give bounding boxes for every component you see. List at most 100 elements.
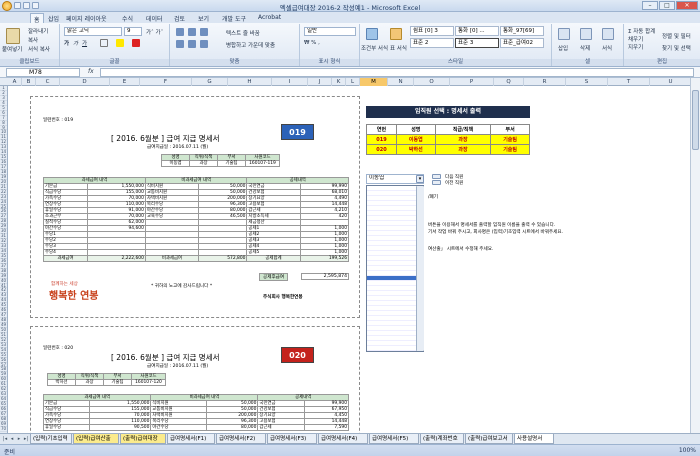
fx-icon[interactable]: fx: [88, 68, 94, 75]
font-grow-icon[interactable]: 가ˆ 가ˇ: [146, 28, 163, 36]
insert-cells-icon[interactable]: [558, 28, 570, 40]
column-header[interactable]: Q: [494, 78, 524, 86]
font-size-select[interactable]: 9: [124, 27, 142, 36]
vertical-scrollbar[interactable]: [690, 78, 700, 433]
find-select-button[interactable]: 찾기 및 선택: [662, 44, 691, 52]
insert-cells-button[interactable]: 삽입: [558, 44, 568, 52]
maximize-button[interactable]: □: [659, 1, 675, 10]
format-cells-icon[interactable]: [602, 28, 614, 40]
zoom-level[interactable]: 100%: [679, 447, 696, 454]
style-cell-5[interactable]: 표준 3: [455, 38, 499, 48]
chevron-down-icon[interactable]: ▾: [416, 175, 424, 183]
column-header[interactable]: F: [140, 78, 192, 86]
column-header[interactable]: J: [308, 78, 332, 86]
cut-button[interactable]: 잘라내기: [28, 27, 48, 35]
style-cell-6[interactable]: 표준_급여02: [500, 38, 544, 48]
merge-center-button[interactable]: 병합하고 가운데 맞춤: [226, 41, 275, 49]
conditional-format-icon[interactable]: [366, 28, 378, 40]
column-header[interactable]: O: [414, 78, 450, 86]
column-header[interactable]: T: [608, 78, 650, 86]
tab-formulas[interactable]: 수식: [122, 14, 133, 23]
tab-acrobat[interactable]: Acrobat: [258, 14, 281, 21]
sheet-tab[interactable]: 급여명세서(F5): [369, 434, 419, 444]
style-cell-4[interactable]: 표준 2: [410, 38, 454, 48]
column-header[interactable]: D: [60, 78, 110, 86]
column-header[interactable]: H: [228, 78, 272, 86]
bold-icon[interactable]: 가: [64, 39, 69, 47]
spin-up-icon[interactable]: [432, 174, 441, 179]
column-header[interactable]: I: [272, 78, 308, 86]
fill-button[interactable]: 채우기: [628, 35, 643, 43]
column-header[interactable]: B: [22, 78, 36, 86]
fill-color-icon[interactable]: [116, 39, 124, 47]
tab-page-layout[interactable]: 페이지 레이아웃: [66, 14, 107, 23]
column-header[interactable]: C: [36, 78, 60, 86]
paste-icon[interactable]: [6, 28, 20, 44]
formula-input[interactable]: [100, 68, 694, 77]
sort-filter-button[interactable]: 정렬 및 필터: [662, 32, 691, 40]
column-header[interactable]: R: [524, 78, 566, 86]
number-format-select[interactable]: 일반: [304, 27, 356, 36]
sheet-tab[interactable]: 급여명세서(F4): [318, 434, 368, 444]
tab-developer[interactable]: 개발 도구: [222, 14, 246, 23]
minimize-button[interactable]: –: [642, 1, 658, 10]
delete-cells-button[interactable]: 삭제: [580, 44, 590, 52]
sheet-tab[interactable]: (출력)급여대장: [120, 434, 166, 444]
border-icon[interactable]: [100, 39, 108, 47]
conditional-format-button[interactable]: 조건부 서식: [361, 44, 388, 52]
dropdown-scrollbar[interactable]: [416, 186, 424, 351]
format-painter-button[interactable]: 서식 복사: [28, 45, 50, 53]
format-table-icon[interactable]: [390, 28, 402, 40]
copy-button[interactable]: 복사: [28, 36, 38, 44]
dropdown-option[interactable]: [367, 346, 423, 351]
autosum-button[interactable]: Σ 자동 합계: [628, 27, 655, 35]
sheet-tab[interactable]: (출력)급여보고서: [465, 434, 513, 444]
tab-insert[interactable]: 삽입: [48, 14, 59, 23]
align-middle-icon[interactable]: [188, 28, 196, 36]
sheet-tab[interactable]: (출력)계좌번호: [420, 434, 464, 444]
column-header[interactable]: P: [450, 78, 494, 86]
sheet-tab[interactable]: 급여명세서(F2): [216, 434, 266, 444]
column-header[interactable]: K: [332, 78, 346, 86]
align-right-icon[interactable]: [200, 40, 208, 48]
clear-button[interactable]: 지우기: [628, 43, 643, 51]
delete-cells-icon[interactable]: [580, 28, 592, 40]
font-color-icon[interactable]: [132, 39, 140, 47]
tab-data[interactable]: 데이터: [146, 14, 163, 23]
prev-sheet-icon[interactable]: ◂: [9, 435, 15, 443]
tab-home[interactable]: 홈: [30, 13, 44, 24]
spin-down-icon[interactable]: [432, 180, 441, 185]
tab-view[interactable]: 보기: [198, 14, 209, 23]
column-header[interactable]: L: [346, 78, 360, 86]
style-cell-1[interactable]: 쉼표 [0] 3: [410, 26, 454, 36]
scroll-thumb[interactable]: [692, 90, 699, 150]
last-sheet-icon[interactable]: ▸|: [23, 435, 29, 443]
sheet-tab[interactable]: (입력)기초입력: [30, 434, 72, 444]
column-header[interactable]: S: [566, 78, 608, 86]
sheet-tab[interactable]: 급여명세서(F1): [167, 434, 215, 444]
sheet-tab[interactable]: (입력)급여산출: [73, 434, 119, 444]
paste-button[interactable]: 붙여넣기: [2, 45, 22, 53]
format-cells-button[interactable]: 서식: [602, 44, 612, 52]
tab-review[interactable]: 검토: [174, 14, 185, 23]
row-header[interactable]: 70: [0, 426, 7, 432]
wrap-text-button[interactable]: 텍스트 줄 바꿈: [226, 29, 260, 37]
underline-icon[interactable]: 가: [82, 39, 87, 47]
style-cell-2[interactable]: 통화 [0] ...: [455, 26, 499, 36]
align-top-icon[interactable]: [176, 28, 184, 36]
name-box[interactable]: M78: [6, 68, 80, 77]
column-header[interactable]: E: [110, 78, 140, 86]
column-header[interactable]: U: [650, 78, 692, 86]
sheet-tab[interactable]: 사용설명서: [514, 434, 554, 444]
format-table-button[interactable]: 표 서식: [390, 44, 407, 52]
font-name-select[interactable]: 맑은 고딕: [64, 27, 122, 36]
style-cell-3[interactable]: 통화_97[69]: [500, 26, 544, 36]
align-left-icon[interactable]: [176, 40, 184, 48]
column-header[interactable]: G: [192, 78, 228, 86]
sheet-tab[interactable]: 급여명세서(F3): [267, 434, 317, 444]
align-center-icon[interactable]: [188, 40, 196, 48]
currency-icon[interactable]: ₩ % ,: [304, 40, 320, 46]
worksheet[interactable]: 일련번호 : 019 [ 2016. 6월분 ] 급여 지급 명세서 급여지급일…: [8, 86, 690, 433]
column-header[interactable]: N: [388, 78, 414, 86]
column-header[interactable]: M: [360, 78, 388, 86]
